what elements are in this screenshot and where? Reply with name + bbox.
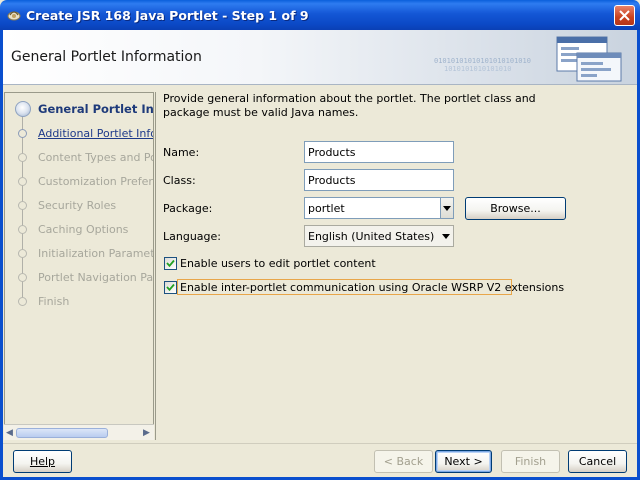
step-icon bbox=[18, 297, 27, 306]
step-label: General Portlet Information bbox=[38, 102, 154, 116]
scroll-left-icon[interactable]: ◀ bbox=[6, 428, 13, 438]
next-button[interactable]: Next > bbox=[435, 450, 492, 473]
language-select[interactable]: English (United States) bbox=[304, 225, 454, 247]
cancel-button[interactable]: Cancel bbox=[568, 450, 627, 473]
step-customization-preferences: Customization Preferences bbox=[5, 173, 153, 191]
step-initialization-parameters: Initialization Parameters bbox=[5, 245, 154, 263]
class-field[interactable] bbox=[304, 169, 454, 191]
chevron-down-icon bbox=[443, 206, 451, 211]
chevron-down-icon bbox=[442, 234, 450, 239]
package-dropdown-button[interactable] bbox=[440, 198, 453, 218]
close-icon bbox=[619, 10, 630, 21]
step-icon bbox=[18, 177, 27, 186]
package-label: Package: bbox=[163, 202, 213, 215]
class-label: Class: bbox=[163, 174, 196, 187]
scroll-right-icon[interactable]: ▶ bbox=[143, 428, 150, 438]
help-button[interactable]: Help bbox=[13, 450, 72, 473]
step-portlet-navigation-parameters: Portlet Navigation Parameters bbox=[5, 269, 154, 287]
app-icon bbox=[7, 11, 21, 21]
step-label: Customization Preferences bbox=[38, 175, 153, 188]
step-general-portlet-information[interactable]: General Portlet Information bbox=[5, 101, 154, 119]
language-label: Language: bbox=[163, 230, 221, 243]
package-value: portlet bbox=[308, 202, 345, 215]
steps-navigation: General Portlet Information Additional P… bbox=[4, 92, 154, 440]
panel-divider[interactable] bbox=[155, 92, 156, 440]
package-combobox[interactable]: portlet bbox=[304, 197, 454, 219]
language-dropdown-button[interactable] bbox=[440, 226, 453, 246]
window-titlebar[interactable]: Create JSR 168 Java Portlet - Step 1 of … bbox=[0, 0, 640, 30]
edit-content-label[interactable]: Enable users to edit portlet content bbox=[180, 257, 376, 270]
step-icon bbox=[18, 129, 27, 138]
steps-horizontal-scrollbar[interactable]: ◀ ▶ bbox=[4, 424, 154, 440]
language-value: English (United States) bbox=[308, 230, 435, 243]
step-label: Initialization Parameters bbox=[38, 247, 154, 260]
edit-content-checkbox[interactable] bbox=[164, 257, 177, 270]
help-button-label: Help bbox=[29, 455, 56, 468]
svg-text:01010101010101010101010: 01010101010101010101010 bbox=[434, 57, 531, 65]
back-button[interactable]: < Back bbox=[374, 450, 433, 473]
svg-text:1010101010101010: 1010101010101010 bbox=[444, 65, 511, 73]
step-icon bbox=[18, 153, 27, 162]
step-label: Content Types and Portlet Modes bbox=[38, 151, 153, 164]
step-label: Portlet Navigation Parameters bbox=[38, 271, 154, 284]
wizard-header: General Portlet Information 010101010101… bbox=[3, 30, 637, 85]
window-title: Create JSR 168 Java Portlet - Step 1 of … bbox=[26, 8, 309, 23]
header-graphic: 01010101010101010101010 1010101010101010 bbox=[434, 36, 622, 82]
wsrp-communication-checkbox[interactable] bbox=[164, 281, 177, 294]
step-label: Additional Portlet Information bbox=[38, 127, 153, 140]
step-label: Finish bbox=[38, 295, 70, 308]
step-label: Caching Options bbox=[38, 223, 129, 236]
checkmark-icon bbox=[166, 259, 175, 268]
page-title: General Portlet Information bbox=[11, 49, 202, 65]
current-step-icon bbox=[15, 101, 31, 117]
step-label: Security Roles bbox=[38, 199, 117, 212]
browse-button[interactable]: Browse... bbox=[465, 197, 566, 220]
step-additional-portlet-information[interactable]: Additional Portlet Information bbox=[5, 125, 153, 143]
name-field[interactable] bbox=[304, 141, 454, 163]
step-icon bbox=[18, 201, 27, 210]
finish-button[interactable]: Finish bbox=[501, 450, 560, 473]
step-caching-options: Caching Options bbox=[5, 221, 153, 239]
scrollbar-thumb[interactable] bbox=[16, 428, 108, 438]
step-icon bbox=[18, 225, 27, 234]
step-content-types: Content Types and Portlet Modes bbox=[5, 149, 153, 167]
intro-text: Provide general information about the po… bbox=[163, 92, 536, 119]
checkmark-icon bbox=[166, 283, 175, 292]
step-finish: Finish bbox=[5, 293, 153, 311]
step-icon bbox=[18, 249, 27, 258]
step-icon bbox=[18, 273, 27, 282]
step-security-roles: Security Roles bbox=[5, 197, 153, 215]
wsrp-communication-label[interactable]: Enable inter-portlet communication using… bbox=[180, 281, 564, 294]
name-label: Name: bbox=[163, 146, 200, 159]
close-button[interactable] bbox=[614, 5, 635, 26]
footer-separator bbox=[3, 443, 637, 444]
